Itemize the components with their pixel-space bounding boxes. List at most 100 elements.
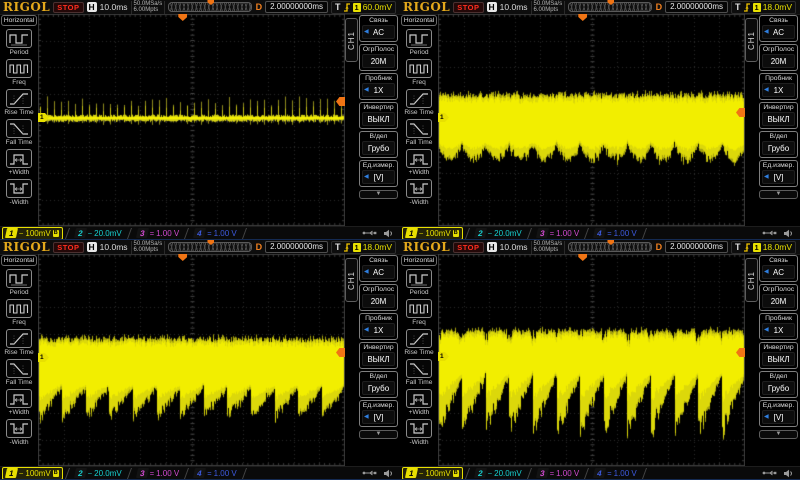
softkey-item[interactable]: Пробник ◀ 1X: [359, 313, 398, 340]
channel-block[interactable]: 2 ~ 20.0mV: [72, 228, 125, 239]
softkey-item[interactable]: В/дел ◀ Грубо: [359, 371, 398, 398]
trigger-info-block[interactable]: T 1 18.0mV: [331, 240, 396, 254]
trigger-info-block[interactable]: T 1 60.0mV: [331, 0, 396, 14]
menu-more-indicator[interactable]: ▼: [759, 190, 798, 199]
memory-position-bar[interactable]: [568, 240, 652, 252]
measurement-item[interactable]: Period: [4, 29, 33, 56]
measurement-item[interactable]: -Width: [4, 419, 33, 446]
timebase-value[interactable]: 10.0ms: [500, 242, 528, 252]
measurement-icon: [6, 299, 32, 318]
measurement-item[interactable]: Freq: [404, 59, 433, 86]
softkey-item[interactable]: Связь ◀ AC: [359, 15, 398, 42]
channel-block[interactable]: 2 ~ 20.0mV: [72, 468, 125, 479]
measurement-item[interactable]: -Width: [404, 419, 433, 446]
timebase-value[interactable]: 10.0ms: [100, 2, 128, 12]
channel-block[interactable]: 2 ~ 20.0mV: [472, 468, 525, 479]
channel-block[interactable]: 3 = 1.00 V: [534, 228, 583, 239]
measurement-item[interactable]: Freq: [4, 299, 33, 326]
trigger-delay-value[interactable]: 2.00000000ms: [665, 1, 729, 13]
trigger-info-block[interactable]: T 1 18.0mV: [731, 240, 796, 254]
softkey-item[interactable]: ОгрПолос ◀ 20M: [359, 284, 398, 311]
memory-position-bar[interactable]: [568, 0, 652, 12]
measurement-item[interactable]: Freq: [404, 299, 433, 326]
softkey-item[interactable]: Инвертир ◀ ВЫКЛ: [359, 342, 398, 369]
channel-block[interactable]: 3 = 1.00 V: [134, 228, 183, 239]
softkey-item[interactable]: Пробник ◀ 1X: [359, 73, 398, 100]
tab-ch1[interactable]: CH1: [745, 258, 758, 302]
softkey-item[interactable]: Ед.измер. ◀ [V]: [359, 400, 398, 427]
channel-block[interactable]: 2 ~ 20.0mV: [472, 228, 525, 239]
softkey-item[interactable]: Связь ◀ AC: [759, 15, 798, 42]
measurement-item[interactable]: Fall Time: [404, 119, 433, 146]
softkey-item[interactable]: В/дел ◀ Грубо: [759, 131, 798, 158]
measurement-item[interactable]: +Width: [4, 149, 33, 176]
channel-block[interactable]: 4 = 1.00 V: [191, 468, 240, 479]
measurement-item[interactable]: Fall Time: [4, 359, 33, 386]
measurement-item[interactable]: Freq: [4, 59, 33, 86]
channel-block[interactable]: 1 ~ 100mV B: [402, 466, 463, 479]
softkey-item[interactable]: В/дел ◀ Грубо: [359, 131, 398, 158]
measurement-icon: [6, 59, 32, 78]
measurement-item[interactable]: -Width: [404, 179, 433, 206]
menu-more-indicator[interactable]: ▼: [359, 430, 398, 439]
measurement-item[interactable]: Period: [404, 269, 433, 296]
softkey-item[interactable]: Инвертир ◀ ВЫКЛ: [759, 342, 798, 369]
channel-block[interactable]: 4 = 1.00 V: [591, 468, 640, 479]
softkey-item[interactable]: Ед.измер. ◀ [V]: [759, 400, 798, 427]
measurement-item[interactable]: +Width: [4, 389, 33, 416]
measurement-item[interactable]: Fall Time: [404, 359, 433, 386]
trigger-delay-value[interactable]: 2.00000000ms: [265, 241, 329, 253]
channel-block[interactable]: 3 = 1.00 V: [534, 468, 583, 479]
channel-block[interactable]: 1 ~ 100mV B: [2, 466, 63, 479]
trigger-delay-value[interactable]: 2.00000000ms: [265, 1, 329, 13]
tab-ch1[interactable]: CH1: [745, 18, 758, 62]
measurement-item[interactable]: -Width: [4, 179, 33, 206]
channel-block[interactable]: 1 ~ 100mV B: [2, 226, 63, 239]
measurement-item[interactable]: +Width: [404, 389, 433, 416]
run-status-badge[interactable]: STOP: [453, 1, 484, 13]
softkey-item[interactable]: Ед.измер. ◀ [V]: [759, 160, 798, 187]
timebase-value[interactable]: 10.0ms: [500, 2, 528, 12]
measurement-item[interactable]: Rise Time: [4, 89, 34, 116]
memory-position-bar[interactable]: [168, 240, 252, 252]
measurement-item[interactable]: Period: [404, 29, 433, 56]
channel-entry: 3 = 1.00 V: [534, 227, 592, 240]
measurement-item[interactable]: Period: [4, 269, 33, 296]
timebase-value[interactable]: 10.0ms: [100, 242, 128, 252]
trigger-info-block[interactable]: T 1 18.0mV: [731, 0, 796, 14]
tab-ch1[interactable]: CH1: [345, 18, 358, 62]
memory-position-bar[interactable]: [168, 0, 252, 12]
channel-block[interactable]: 4 = 1.00 V: [191, 228, 240, 239]
softkey-item[interactable]: ОгрПолос ◀ 20M: [759, 284, 798, 311]
channel-number-badge: 3: [135, 228, 149, 238]
run-status-badge[interactable]: STOP: [53, 241, 84, 253]
channel-block[interactable]: 4 = 1.00 V: [591, 228, 640, 239]
run-status-badge[interactable]: STOP: [453, 241, 484, 253]
softkey-item[interactable]: Ед.измер. ◀ [V]: [359, 160, 398, 187]
measurement-list: Period Freq Rise Time Fall Time +Width -…: [404, 266, 434, 446]
measurement-item[interactable]: Fall Time: [4, 119, 33, 146]
measurement-item[interactable]: Rise Time: [4, 329, 34, 356]
channel-block[interactable]: 1 ~ 100mV B: [402, 226, 463, 239]
softkey-item[interactable]: Связь ◀ AC: [359, 255, 398, 282]
softkey-item[interactable]: В/дел ◀ Грубо: [759, 371, 798, 398]
measurement-item[interactable]: Rise Time: [404, 329, 434, 356]
softkey-item[interactable]: ОгрПолос ◀ 20M: [759, 44, 798, 71]
run-status-badge[interactable]: STOP: [53, 1, 84, 13]
menu-more-indicator[interactable]: ▼: [359, 190, 398, 199]
menu-more-indicator[interactable]: ▼: [759, 430, 798, 439]
measurement-item[interactable]: +Width: [404, 149, 433, 176]
softkey-item[interactable]: Связь ◀ AC: [759, 255, 798, 282]
measurement-item[interactable]: Rise Time: [404, 89, 434, 116]
coupling-symbol: ~: [19, 228, 24, 238]
softkey-item[interactable]: Инвертир ◀ ВЫКЛ: [359, 102, 398, 129]
tab-ch1[interactable]: CH1: [345, 258, 358, 302]
softkey-label: Связь: [769, 257, 788, 264]
softkey-item[interactable]: Пробник ◀ 1X: [759, 73, 798, 100]
trigger-delay-value[interactable]: 2.00000000ms: [665, 241, 729, 253]
softkey-item[interactable]: Инвертир ◀ ВЫКЛ: [759, 102, 798, 129]
softkey-item[interactable]: Пробник ◀ 1X: [759, 313, 798, 340]
softkey-item[interactable]: ОгрПолос ◀ 20M: [359, 44, 398, 71]
chevron-left-icon: ◀: [364, 327, 369, 333]
channel-block[interactable]: 3 = 1.00 V: [134, 468, 183, 479]
